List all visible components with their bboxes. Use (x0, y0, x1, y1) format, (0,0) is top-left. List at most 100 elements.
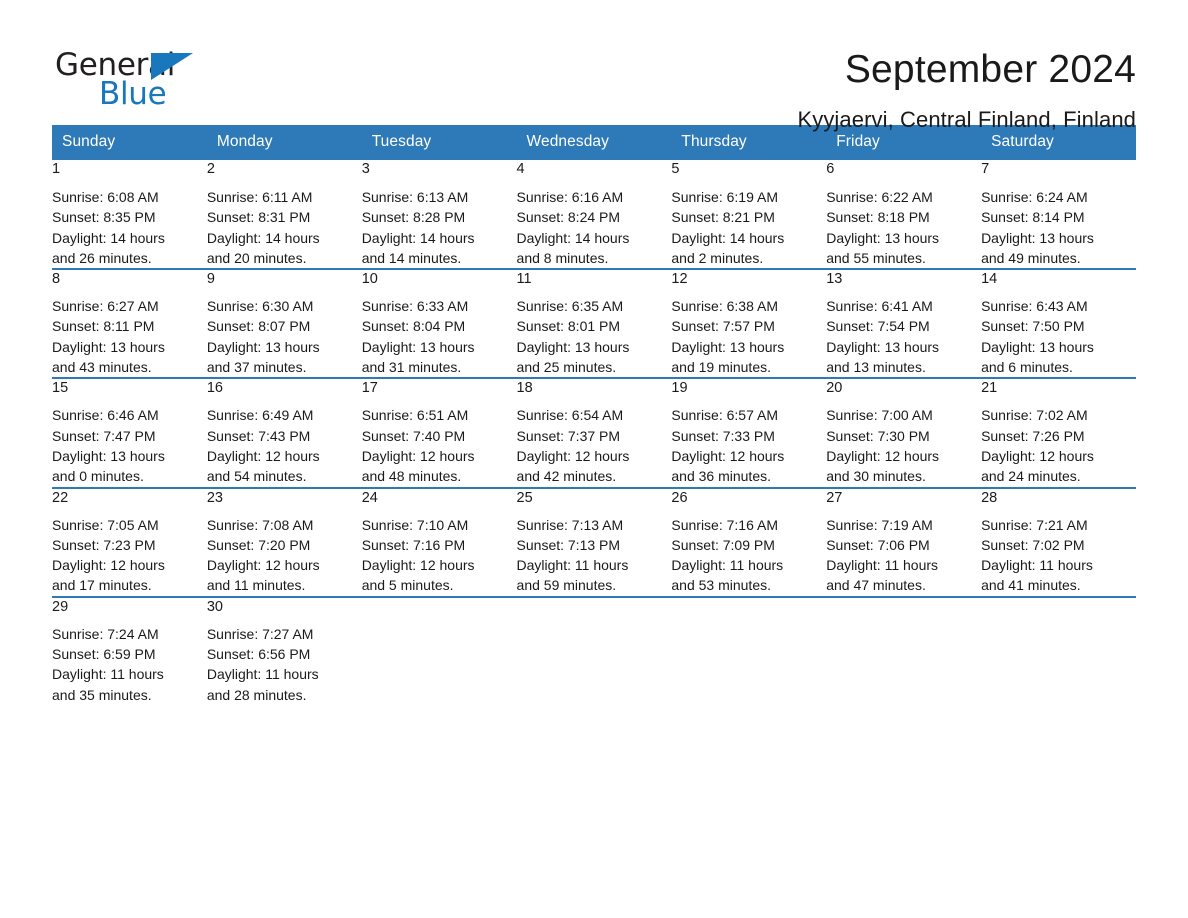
day-daylight-1-line: Daylight: 13 hours (981, 229, 1094, 246)
day-details: Sunrise: 6:57 AM Sunset: 7:33 PM Daylight:… (671, 405, 827, 488)
day-number[interactable]: 5 (671, 160, 827, 187)
day-daylight-2-line: and 49 minutes. (981, 249, 1081, 266)
day-number[interactable]: 15 (52, 377, 207, 406)
day-daylight-1-line: Daylight: 14 hours (361, 229, 475, 246)
day-sunset-line: Sunset: 8:28 PM (361, 209, 466, 226)
day-details: Sunrise: 6:41 AM Sunset: 7:54 PM Daylight:… (826, 296, 982, 379)
day-sunrise-line: Sunrise: 6:08 AM (52, 189, 159, 205)
day-sunrise-line: Sunrise: 7:24 AM (52, 625, 159, 642)
day-sunrise-line: Sunrise: 6:33 AM (361, 298, 469, 315)
day-details: Sunrise: 7:00 AM Sunset: 7:30 PM Daylight:… (826, 405, 982, 488)
day-daylight-1-line: Daylight: 12 hours (981, 447, 1094, 464)
day-details: Sunrise: 7:21 AM Sunset: 7:02 PM Daylight:… (981, 514, 1136, 597)
day-number[interactable]: 1 (52, 160, 207, 187)
day-sunrise-line: Sunrise: 6:38 AM (671, 298, 778, 315)
day-number[interactable]: 8 (52, 268, 207, 297)
day-number[interactable]: 29 (52, 595, 207, 624)
day-daylight-2-line: and 8 minutes. (516, 249, 609, 266)
day-sunrise-line: Sunrise: 7:02 AM (981, 407, 1088, 424)
day-daylight-2-line: and 5 minutes. (361, 577, 454, 594)
day-number[interactable]: 13 (826, 268, 982, 297)
day-number[interactable]: 30 (206, 595, 362, 624)
day-number[interactable]: 26 (671, 486, 827, 515)
sunrise-sunset-calendar: Sunday Monday Tuesday Wednesday Thursday… (52, 125, 1136, 705)
day-daylight-2-line: and 37 minutes. (206, 359, 307, 376)
title-block: September 2024 Kyyjaervi, Central Finlan… (235, 44, 1136, 135)
day-daylight-1-line: Daylight: 13 hours (52, 447, 165, 464)
day-sunrise-line: Sunrise: 7:16 AM (671, 516, 778, 533)
day-daylight-1-line: Daylight: 14 hours (206, 229, 320, 246)
day-sunrise-line: Sunrise: 7:19 AM (826, 516, 933, 533)
day-number[interactable]: 28 (981, 486, 1136, 515)
day-number[interactable]: 22 (52, 486, 207, 515)
day-sunset-line: Sunset: 7:33 PM (671, 427, 775, 444)
day-number[interactable]: 10 (361, 268, 517, 297)
day-number[interactable]: 11 (516, 268, 672, 297)
day-sunset-line: Sunset: 7:16 PM (361, 536, 466, 553)
day-number[interactable]: 2 (206, 160, 362, 187)
day-sunrise-line: Sunrise: 6:24 AM (981, 189, 1088, 205)
day-details: Sunrise: 6:16 AM Sunset: 8:24 PM Daylight:… (516, 187, 672, 270)
day-number[interactable]: 14 (981, 268, 1136, 297)
day-sunrise-line: Sunrise: 6:16 AM (516, 189, 624, 205)
day-daylight-1-line: Daylight: 14 hours (516, 229, 630, 246)
day-daylight-2-line: and 6 minutes. (981, 359, 1073, 376)
day-number[interactable]: 4 (516, 160, 672, 187)
day-daylight-2-line: and 53 minutes. (671, 577, 771, 594)
day-details: Sunrise: 7:27 AM Sunset: 6:56 PM Daylight:… (206, 623, 362, 705)
day-sunrise-line: Sunrise: 7:10 AM (361, 516, 469, 533)
general-blue-logo[interactable]: General Blue (55, 44, 235, 116)
logo-triangle-icon (151, 53, 193, 80)
calendar-page: General Blue September 2024 Kyyjaervi, C… (0, 0, 1188, 918)
day-sunset-line: Sunset: 8:31 PM (206, 209, 311, 226)
day-sunset-line: Sunset: 7:37 PM (516, 427, 621, 444)
day-number[interactable]: 17 (361, 377, 517, 406)
day-daylight-1-line: Daylight: 11 hours (826, 557, 939, 574)
day-daylight-1-line: Daylight: 13 hours (671, 338, 785, 355)
day-number[interactable]: 12 (671, 268, 827, 297)
day-sunset-line: Sunset: 8:21 PM (671, 209, 775, 226)
day-details: Sunrise: 6:30 AM Sunset: 8:07 PM Daylight:… (206, 296, 362, 379)
day-number[interactable]: 25 (516, 486, 672, 515)
day-number[interactable]: 20 (826, 377, 982, 406)
day-sunrise-line: Sunrise: 7:21 AM (981, 516, 1088, 533)
day-daylight-1-line: Daylight: 12 hours (52, 557, 165, 574)
day-details: Sunrise: 7:16 AM Sunset: 7:09 PM Daylight:… (671, 514, 827, 597)
day-number[interactable]: 21 (981, 377, 1136, 406)
day-number[interactable]: 6 (826, 160, 982, 187)
day-sunrise-line: Sunrise: 7:27 AM (206, 625, 314, 642)
weekday-header-sunday: Sunday (52, 125, 207, 160)
day-sunset-line: Sunset: 7:06 PM (826, 536, 930, 553)
day-sunset-line: Sunset: 7:13 PM (516, 536, 621, 553)
day-daylight-1-line: Daylight: 13 hours (52, 338, 165, 355)
day-daylight-2-line: and 43 minutes. (52, 359, 152, 376)
day-sunrise-line: Sunrise: 6:41 AM (826, 298, 933, 315)
day-number[interactable]: 9 (206, 268, 362, 297)
day-number[interactable]: 7 (981, 160, 1136, 187)
day-number[interactable]: 3 (361, 160, 517, 187)
day-number[interactable]: 27 (826, 486, 982, 515)
day-sunset-line: Sunset: 7:57 PM (671, 318, 775, 335)
day-details: Sunrise: 6:38 AM Sunset: 7:57 PM Daylight:… (671, 296, 827, 379)
day-sunset-line: Sunset: 8:01 PM (516, 318, 621, 335)
day-number[interactable]: 19 (671, 377, 827, 406)
day-daylight-2-line: and 14 minutes. (361, 249, 462, 266)
day-number[interactable]: 16 (206, 377, 362, 406)
day-details: Sunrise: 7:13 AM Sunset: 7:13 PM Daylight:… (516, 514, 672, 597)
day-number[interactable]: 18 (516, 377, 672, 406)
day-cell-empty (361, 595, 517, 624)
day-details-empty (516, 623, 672, 705)
day-details-empty (981, 623, 1136, 705)
day-cell-empty (981, 595, 1136, 624)
day-details: Sunrise: 6:35 AM Sunset: 8:01 PM Daylight:… (516, 296, 672, 379)
day-details: Sunrise: 6:08 AM Sunset: 8:35 PM Daylight:… (52, 187, 207, 270)
day-number[interactable]: 24 (361, 486, 517, 515)
day-daylight-2-line: and 36 minutes. (671, 468, 771, 485)
day-sunset-line: Sunset: 6:56 PM (206, 646, 311, 663)
day-daylight-2-line: and 25 minutes. (516, 359, 617, 376)
calendar-week-row: 22 23 24 25 26 27 28 (52, 486, 1136, 515)
day-number[interactable]: 23 (206, 486, 362, 515)
day-daylight-2-line: and 0 minutes. (52, 468, 144, 485)
day-daylight-1-line: Daylight: 12 hours (361, 557, 475, 574)
day-sunrise-line: Sunrise: 6:49 AM (206, 407, 314, 424)
